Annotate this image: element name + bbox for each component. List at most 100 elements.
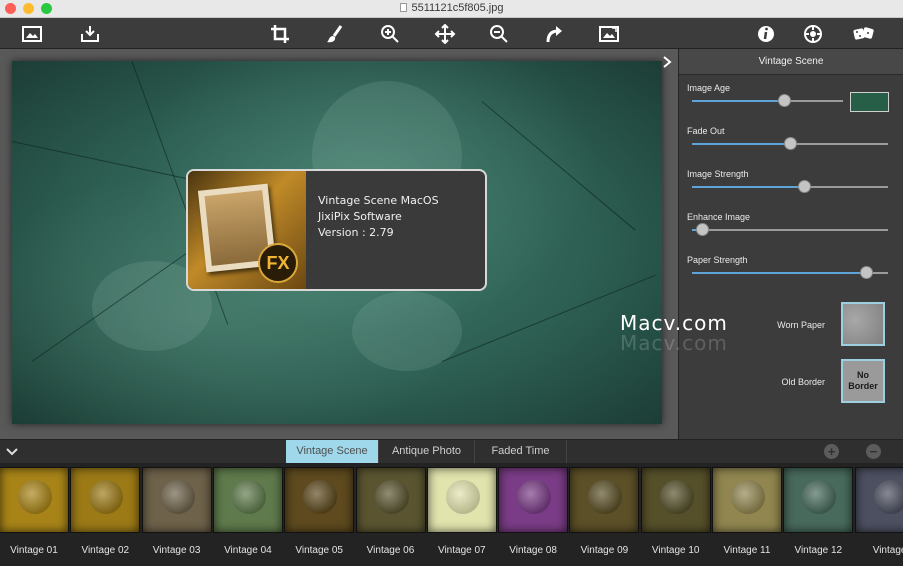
preset-thumbnail[interactable] bbox=[712, 467, 782, 533]
toolbar bbox=[0, 18, 903, 49]
grapes-image bbox=[517, 480, 552, 514]
grapes-image bbox=[731, 480, 765, 514]
fade-out-label: Fade Out bbox=[687, 126, 725, 136]
preset-label: Vintage 08 bbox=[509, 545, 557, 556]
crop-button[interactable] bbox=[267, 22, 293, 46]
panel-title: Vintage Scene bbox=[679, 49, 903, 75]
grapes-image bbox=[659, 480, 694, 514]
no-border-text: No Border bbox=[848, 370, 878, 391]
about-dialog[interactable]: FX Vintage Scene MacOS JixiPix Software … bbox=[186, 169, 487, 291]
image-strength-label: Image Strength bbox=[687, 169, 749, 179]
open-image-icon bbox=[22, 26, 42, 42]
export-image-button[interactable] bbox=[596, 22, 622, 46]
paper-strength-label: Paper Strength bbox=[687, 255, 748, 265]
grapes-image bbox=[18, 480, 52, 514]
preset-label: Vintage 01 bbox=[10, 545, 58, 556]
about-info: Vintage Scene MacOS JixiPix Software Ver… bbox=[318, 193, 439, 241]
grapes-image bbox=[89, 480, 124, 514]
crop-icon bbox=[271, 25, 289, 43]
preset-label: Vintage 02 bbox=[81, 545, 130, 556]
brush-icon bbox=[327, 25, 343, 43]
preset-label: Vintage 10 bbox=[651, 545, 700, 556]
tab-vintage-scene[interactable]: Vintage Scene bbox=[286, 440, 379, 463]
worn-paper-label: Worn Paper bbox=[777, 320, 825, 330]
enhance-image-label: Enhance Image bbox=[687, 212, 751, 222]
move-icon bbox=[434, 24, 456, 44]
paper-strength-slider[interactable] bbox=[692, 266, 888, 279]
preset-label: Vintage 04 bbox=[224, 545, 272, 556]
open-image-button[interactable] bbox=[19, 22, 45, 46]
redo-icon bbox=[546, 26, 562, 43]
info-button[interactable] bbox=[753, 22, 779, 46]
preset-label: Vintage 09 bbox=[580, 545, 629, 556]
chevron-down-icon[interactable] bbox=[6, 447, 18, 457]
preset-label: Vintage 05 bbox=[295, 545, 343, 556]
grapes-image bbox=[231, 480, 266, 514]
photo-crack bbox=[481, 101, 636, 231]
grapes-image bbox=[873, 480, 903, 514]
preset-thumbnail[interactable] bbox=[854, 467, 903, 533]
preset-label: Vintage 03 bbox=[152, 545, 201, 556]
old-border-button[interactable]: No Border bbox=[841, 359, 885, 403]
preset-thumbnail[interactable] bbox=[498, 467, 569, 533]
remove-preset-button[interactable]: − bbox=[866, 444, 881, 459]
save-button[interactable] bbox=[77, 22, 103, 46]
tab-antique-photo[interactable]: Antique Photo bbox=[379, 440, 475, 463]
zoom-out-icon bbox=[490, 25, 508, 43]
image-age-label: Image Age bbox=[687, 83, 731, 93]
window-title: 5511121c5f805.jpg bbox=[0, 2, 903, 14]
window-title-text: 5511121c5f805.jpg bbox=[411, 2, 504, 14]
preset-thumbnail[interactable] bbox=[569, 467, 640, 533]
preset-strip: Vintage 01 Vintage 02 Vintage 03 Vintage 04… bbox=[0, 463, 903, 566]
move-button[interactable] bbox=[432, 22, 458, 46]
settings-panel: Vintage Scene Image Age Fade Out Image S… bbox=[678, 49, 903, 439]
brush-button[interactable] bbox=[322, 22, 348, 46]
app-version: Version : 2.79 bbox=[318, 226, 394, 239]
preset-thumbnail[interactable] bbox=[426, 467, 497, 533]
grapes-image bbox=[802, 480, 837, 514]
random-button[interactable] bbox=[851, 22, 877, 46]
preset-label: Vintage 07 bbox=[437, 545, 486, 556]
tab-faded-time[interactable]: Faded Time bbox=[475, 440, 567, 463]
settings-button[interactable] bbox=[800, 22, 826, 46]
company-name: JixiPix Software bbox=[318, 210, 402, 223]
preset-tab-bar: Vintage Scene Antique Photo Faded Time +… bbox=[0, 439, 903, 463]
preset-label: Vintage 12 bbox=[794, 545, 843, 556]
grapes-image bbox=[445, 480, 480, 514]
preset-thumbnail[interactable] bbox=[640, 467, 711, 533]
image-strength-slider[interactable] bbox=[692, 180, 888, 193]
document-icon bbox=[399, 3, 407, 12]
image-age-color-swatch[interactable] bbox=[850, 92, 889, 112]
grapes-image bbox=[160, 480, 195, 514]
preset-thumbnail[interactable] bbox=[284, 467, 355, 533]
old-border-label: Old Border bbox=[781, 377, 825, 387]
preset-label: Vintage bbox=[872, 545, 903, 556]
preset-thumbnail[interactable] bbox=[0, 467, 69, 533]
collapse-panel-icon[interactable] bbox=[661, 55, 673, 69]
preset-thumbnail[interactable] bbox=[70, 467, 141, 533]
add-preset-button[interactable]: + bbox=[824, 444, 839, 459]
redo-button[interactable] bbox=[541, 22, 567, 46]
preset-thumbnail[interactable] bbox=[783, 467, 854, 533]
zoom-out-button[interactable] bbox=[486, 22, 512, 46]
fx-badge: FX bbox=[258, 243, 298, 283]
save-icon bbox=[81, 26, 99, 42]
enhance-image-slider[interactable] bbox=[692, 223, 888, 236]
watermark-reflection: Macv.com bbox=[620, 331, 728, 355]
preset-label: Vintage 06 bbox=[366, 545, 415, 556]
image-age-slider[interactable] bbox=[692, 94, 843, 107]
preset-thumbnail[interactable] bbox=[212, 467, 283, 533]
info-icon bbox=[758, 26, 774, 42]
title-bar: 5511121c5f805.jpg bbox=[0, 0, 903, 18]
app-name: Vintage Scene MacOS bbox=[318, 194, 439, 207]
fade-out-slider[interactable] bbox=[692, 137, 888, 150]
worn-paper-button[interactable] bbox=[841, 302, 885, 346]
settings-icon bbox=[804, 25, 822, 43]
preset-thumbnail[interactable] bbox=[141, 467, 212, 533]
export-image-icon bbox=[599, 26, 619, 42]
preset-label: Vintage 11 bbox=[723, 545, 771, 556]
zoom-in-button[interactable] bbox=[377, 22, 403, 46]
grapes-image bbox=[374, 480, 409, 514]
preset-thumbnail[interactable] bbox=[355, 467, 426, 533]
grapes-image bbox=[303, 480, 338, 514]
